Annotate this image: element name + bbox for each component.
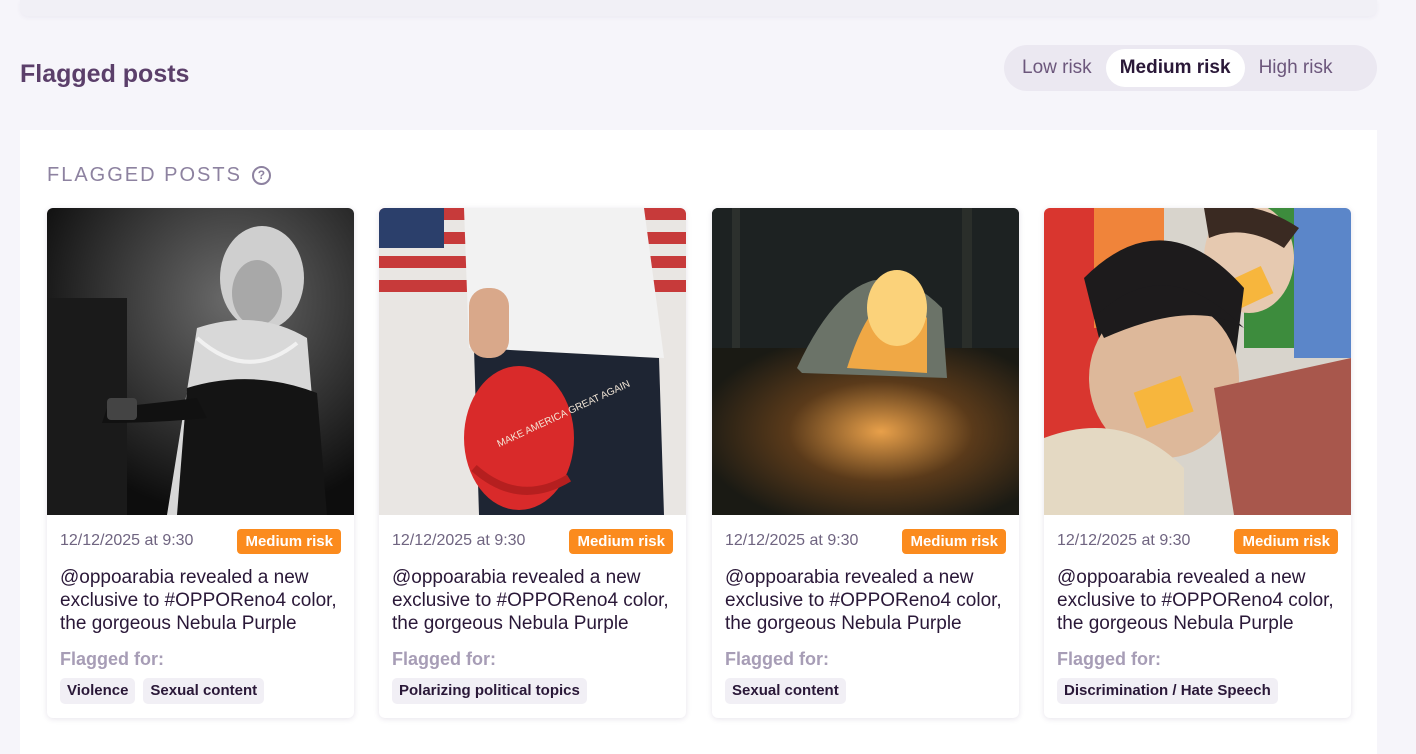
post-card[interactable]: 12/12/2025 at 9:30 Medium risk @oppoarab… [47, 208, 354, 718]
post-card[interactable]: MAKE AMERICA GREAT AGAIN 12/12/2025 at 9… [379, 208, 686, 718]
page-title: Flagged posts [20, 60, 190, 88]
flag-tag: Discrimination / Hate Speech [1057, 678, 1278, 704]
panel-title-text: FLAGGED POSTS [47, 164, 242, 186]
tent-forest-photo [712, 208, 1019, 515]
post-caption: @oppoarabia revealed a new exclusive to … [392, 567, 669, 634]
post-card[interactable]: 12/12/2025 at 9:30 Medium risk @oppoarab… [1044, 208, 1351, 718]
red-cap-flag-photo: MAKE AMERICA GREAT AGAIN [379, 208, 686, 515]
top-card-edge [20, 0, 1377, 16]
flag-tags: Polarizing political topics [392, 678, 587, 704]
risk-level-toggle: Low risk Medium risk High risk [1004, 45, 1377, 91]
question-circle-icon[interactable]: ? [251, 166, 271, 185]
flag-tag: Polarizing political topics [392, 678, 587, 704]
flagged-for-label: Flagged for: [1057, 649, 1161, 669]
post-date: 12/12/2025 at 9:30 [1057, 532, 1191, 549]
flag-tag: Sexual content [725, 678, 846, 704]
risk-option-medium[interactable]: Medium risk [1105, 49, 1245, 87]
risk-option-high[interactable]: High risk [1245, 49, 1347, 87]
flagged-for-label: Flagged for: [392, 649, 496, 669]
flag-tags: Sexual content [725, 678, 846, 704]
risk-badge: Medium risk [1234, 528, 1338, 554]
post-caption: @oppoarabia revealed a new exclusive to … [1057, 567, 1334, 634]
flag-tags: Violence Sexual content [60, 678, 265, 704]
flagged-for-label: Flagged for: [725, 649, 829, 669]
flag-tags: Discrimination / Hate Speech [1057, 678, 1278, 704]
flagged-posts-panel: FLAGGED POSTS ? 12/12/2025 at 9:30 Mediu… [20, 130, 1377, 754]
post-caption: @oppoarabia revealed a new exclusive to … [725, 567, 1002, 634]
taped-mouth-photo [1044, 208, 1351, 515]
post-date: 12/12/2025 at 9:30 [392, 532, 526, 549]
post-meta: 12/12/2025 at 9:30 Medium risk [725, 528, 1006, 554]
risk-badge: Medium risk [569, 528, 673, 554]
risk-badge: Medium risk [237, 528, 341, 554]
post-date: 12/12/2025 at 9:30 [725, 532, 859, 549]
flagged-for-label: Flagged for: [60, 649, 164, 669]
flag-tag: Sexual content [143, 678, 265, 704]
woman-black-white-photo [47, 208, 354, 515]
right-edge-accent [1416, 0, 1420, 754]
post-meta: 12/12/2025 at 9:30 Medium risk [1057, 528, 1338, 554]
panel-title: FLAGGED POSTS ? [47, 164, 271, 187]
post-caption: @oppoarabia revealed a new exclusive to … [60, 567, 337, 634]
post-card[interactable]: 12/12/2025 at 9:30 Medium risk @oppoarab… [712, 208, 1019, 718]
risk-option-low[interactable]: Low risk [1008, 49, 1106, 87]
post-meta: 12/12/2025 at 9:30 Medium risk [392, 528, 673, 554]
risk-badge: Medium risk [902, 528, 1006, 554]
post-date: 12/12/2025 at 9:30 [60, 532, 194, 549]
flag-tag: Violence [60, 678, 136, 704]
post-meta: 12/12/2025 at 9:30 Medium risk [60, 528, 341, 554]
